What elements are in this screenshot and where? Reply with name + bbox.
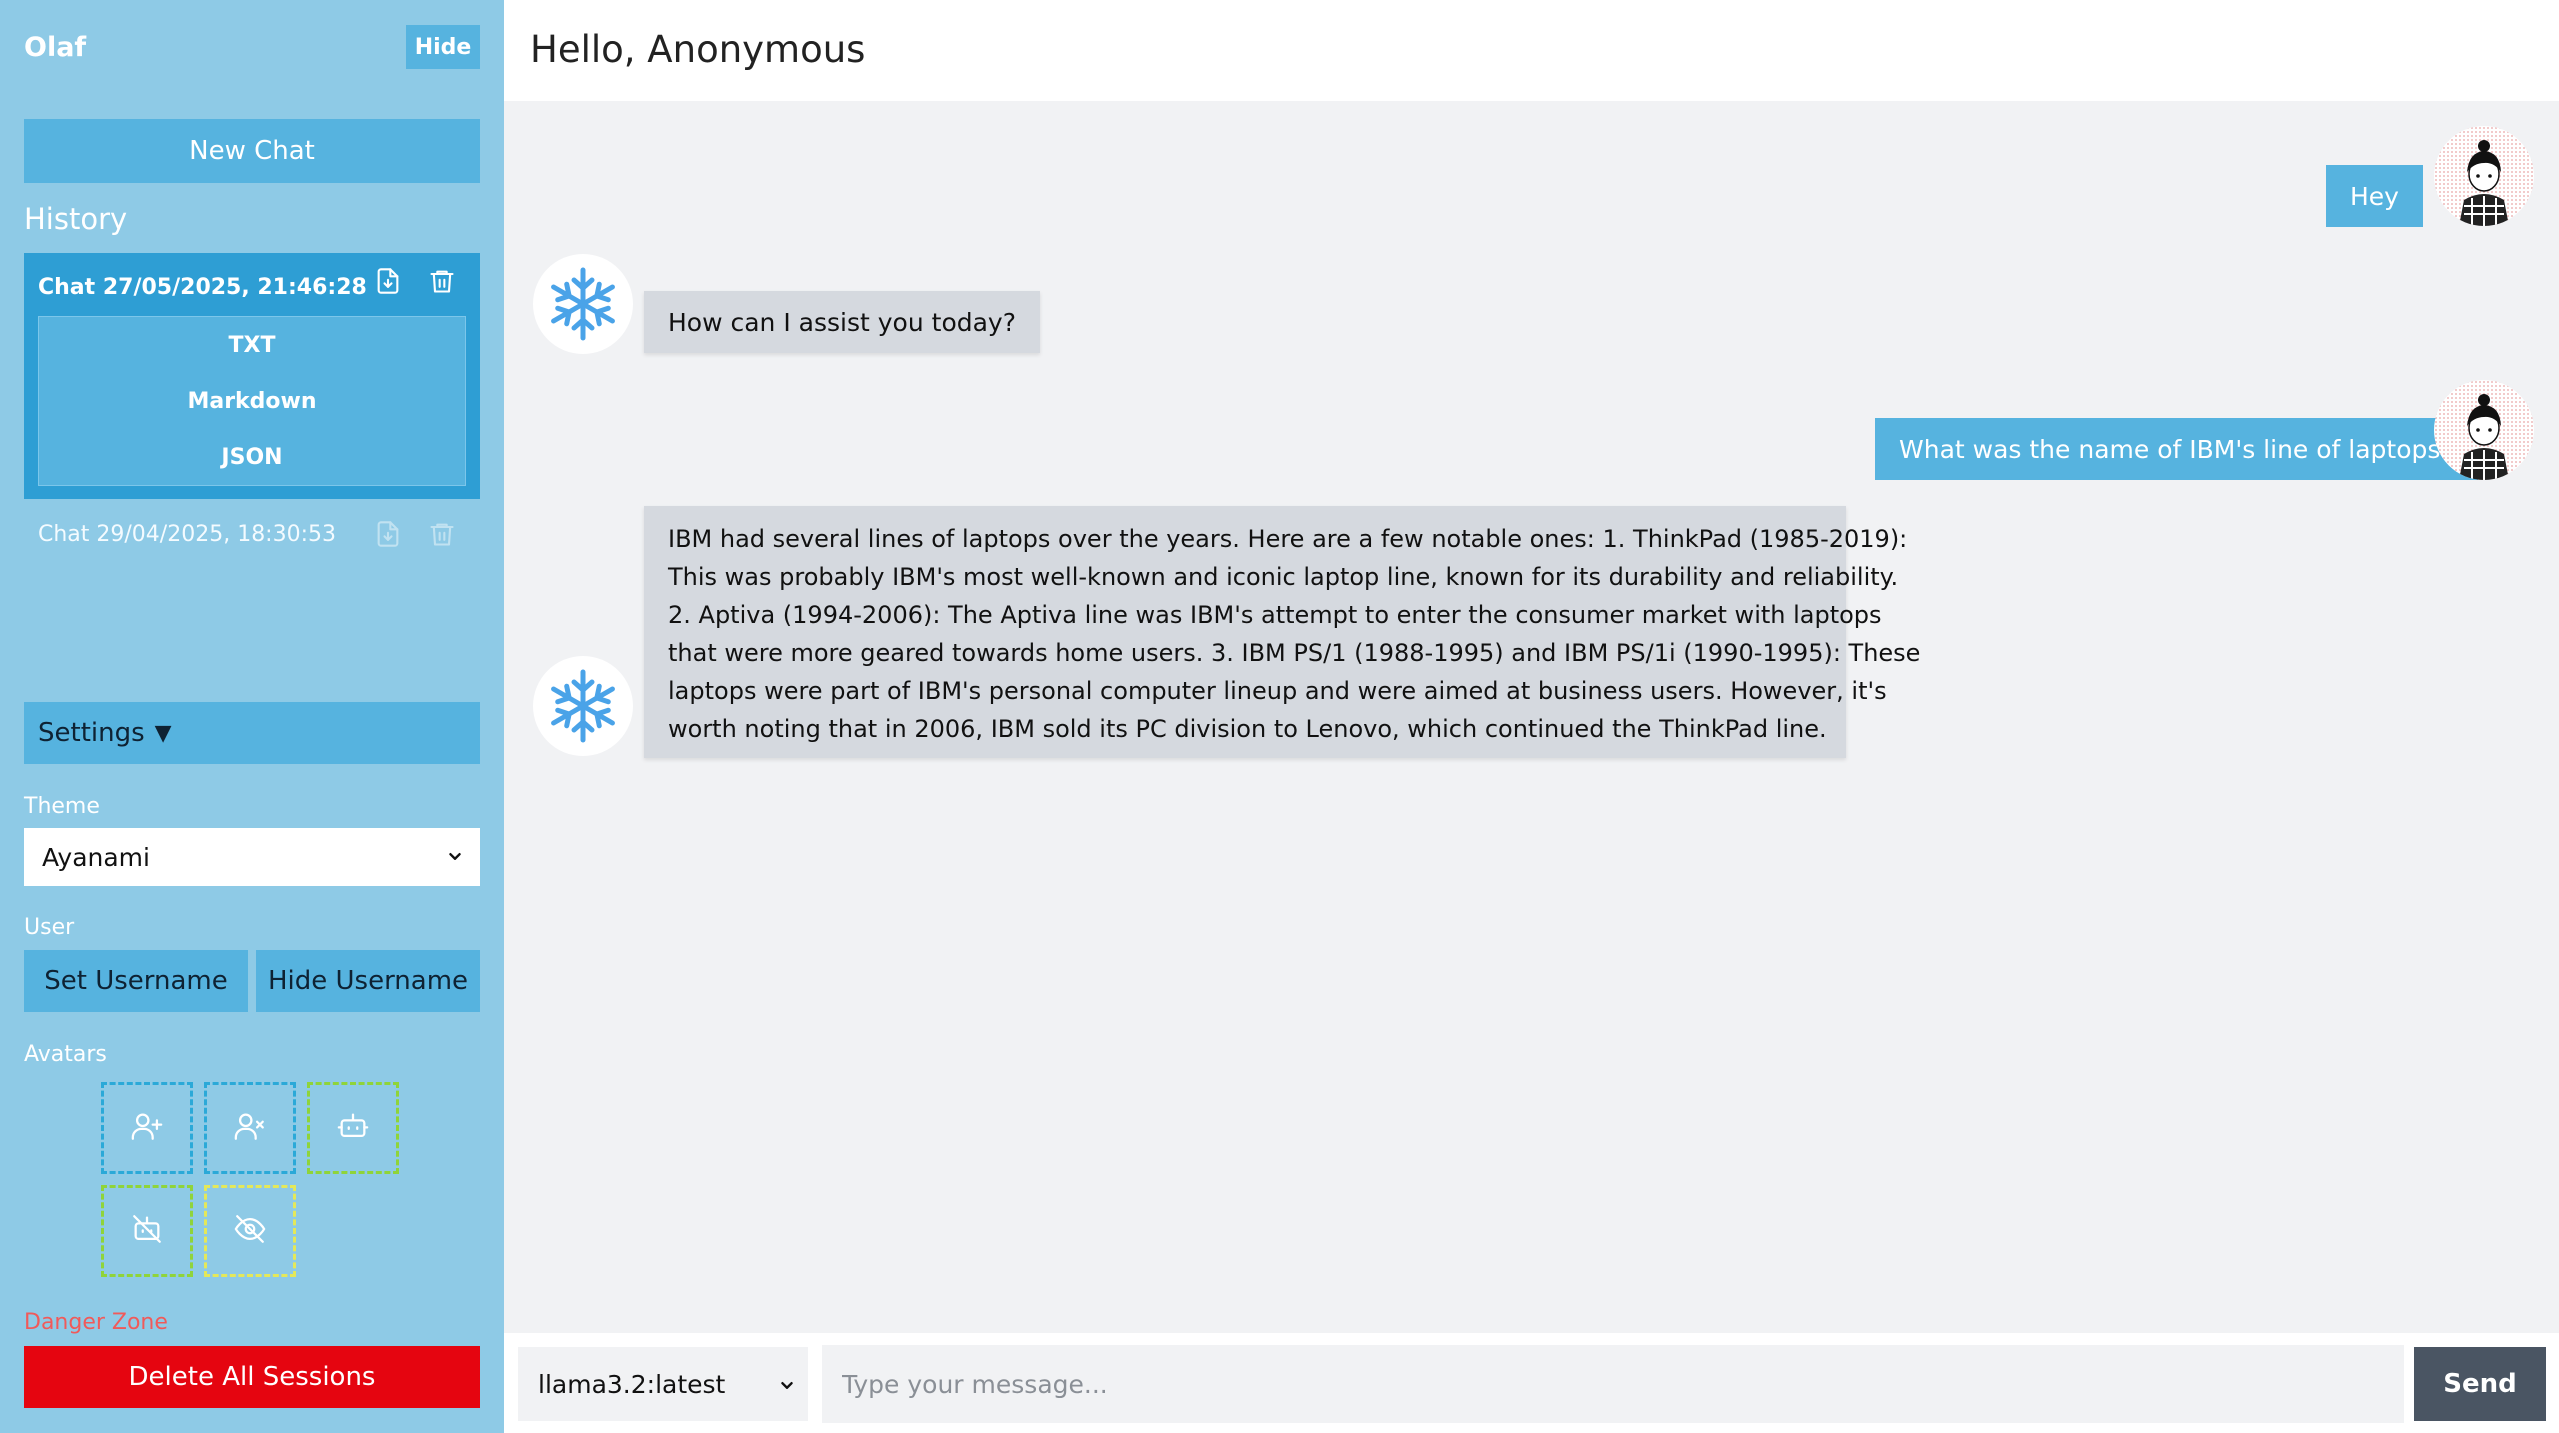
set-username-button[interactable]: Set Username (24, 950, 248, 1012)
user-x-icon (233, 1109, 267, 1147)
snowflake-icon (551, 669, 615, 743)
export-menu: TXT Markdown JSON (38, 316, 466, 486)
trash-icon[interactable] (424, 263, 460, 299)
settings-label: Settings (38, 718, 145, 748)
message-line: This was probably IBM's most well-known … (668, 563, 1899, 591)
app-title: Olaf (24, 32, 87, 63)
session-title: Chat 27/05/2025, 21:46:28 (38, 275, 367, 300)
user-message-bubble: Hey (2326, 165, 2423, 227)
hide-sidebar-button[interactable]: Hide (406, 25, 480, 69)
delete-all-sessions-button[interactable]: Delete All Sessions (24, 1346, 480, 1408)
set-user-avatar-button[interactable] (101, 1082, 193, 1174)
chevron-down-icon (444, 842, 466, 876)
session-item[interactable]: Chat 29/04/2025, 18:30:53 (24, 510, 480, 562)
caret-down-icon: ▼ (154, 720, 172, 746)
theme-select[interactable]: Ayanami (24, 828, 480, 886)
export-txt-option[interactable]: TXT (39, 317, 465, 373)
message-input[interactable] (822, 1345, 2404, 1423)
danger-zone-label: Danger Zone (24, 1310, 168, 1335)
chevron-down-icon (776, 1373, 798, 1403)
camera-off-icon (130, 1212, 164, 1250)
download-icon[interactable] (370, 516, 406, 552)
hide-avatars-button[interactable] (204, 1185, 296, 1277)
message-line: laptops were part of IBM's personal comp… (668, 677, 1887, 705)
session-item-active[interactable]: Chat 27/05/2025, 21:46:28 TXT Markdown J… (24, 253, 480, 499)
user-message-bubble: What was the name of IBM's line of lapto… (1875, 418, 2478, 480)
bot-icon (336, 1109, 370, 1147)
download-icon[interactable] (370, 263, 406, 299)
export-markdown-option[interactable]: Markdown (39, 373, 465, 429)
user-plus-icon (130, 1109, 164, 1147)
greeting-title: Hello, Anonymous (530, 28, 866, 71)
remove-user-avatar-button[interactable] (204, 1082, 296, 1174)
bot-message-bubble: How can I assist you today? (644, 291, 1040, 353)
message-composer: llama3.2:latest Send (504, 1333, 2559, 1433)
settings-toggle[interactable]: Settings ▼ (24, 702, 480, 764)
eye-off-icon (233, 1212, 267, 1250)
set-bot-avatar-button[interactable] (307, 1082, 399, 1174)
user-avatar (2434, 380, 2534, 480)
theme-value: Ayanami (42, 842, 150, 872)
snowflake-icon (551, 267, 615, 341)
user-label: User (24, 915, 75, 940)
message-line: 2. Aptiva (1994-2006): The Aptiva line w… (668, 601, 1882, 629)
model-value: llama3.2:latest (538, 1369, 726, 1399)
theme-label: Theme (24, 794, 100, 819)
hide-username-button[interactable]: Hide Username (256, 950, 480, 1012)
model-select[interactable]: llama3.2:latest (518, 1347, 808, 1421)
message-line: that were more geared towards home users… (668, 639, 1921, 667)
header: Hello, Anonymous (504, 0, 2559, 101)
message-line: worth noting that in 2006, IBM sold its … (668, 715, 1827, 743)
export-json-option[interactable]: JSON (39, 429, 465, 485)
avatars-label: Avatars (24, 1042, 107, 1067)
bot-message-bubble: IBM had several lines of laptops over th… (644, 506, 1921, 758)
bot-avatar (533, 656, 633, 756)
remove-bot-avatar-button[interactable] (101, 1185, 193, 1277)
history-title: History (24, 202, 128, 236)
message-line: IBM had several lines of laptops over th… (668, 525, 1908, 553)
bot-avatar (533, 254, 633, 354)
new-chat-button[interactable]: New Chat (24, 119, 480, 183)
session-title: Chat 29/04/2025, 18:30:53 (38, 522, 336, 547)
user-avatar (2434, 126, 2534, 226)
sidebar: Olaf Hide New Chat History Chat 27/05/20… (0, 0, 504, 1433)
send-button[interactable]: Send (2414, 1347, 2546, 1421)
trash-icon[interactable] (424, 516, 460, 552)
